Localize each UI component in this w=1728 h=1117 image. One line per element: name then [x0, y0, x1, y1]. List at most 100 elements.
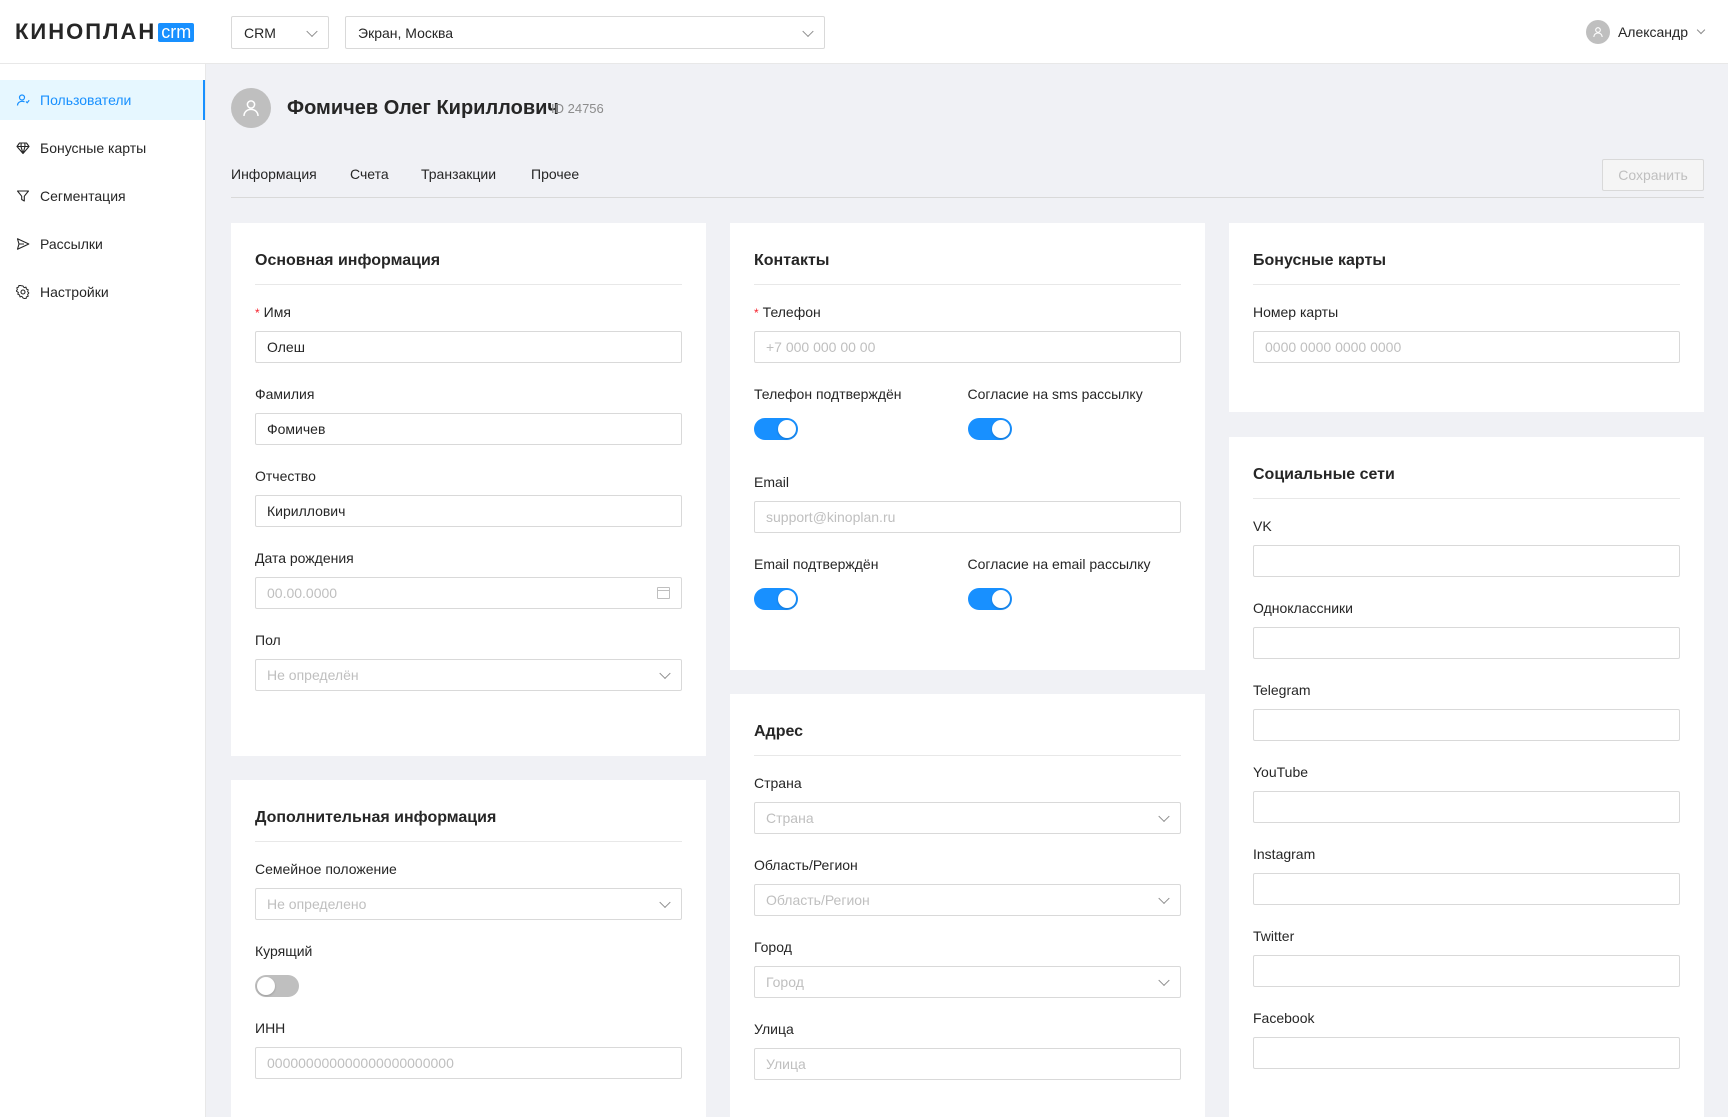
- user-avatar-icon: [243, 100, 259, 117]
- sidebar-item-label: Пользователи: [40, 92, 132, 108]
- chevron-down-icon: [1158, 974, 1170, 987]
- sidebar-item-label: Настройки: [40, 284, 109, 300]
- instagram-field: Instagram: [1253, 843, 1680, 905]
- profile-avatar: [231, 88, 271, 128]
- sidebar-item-segmentation[interactable]: Сегментация: [0, 176, 205, 216]
- country-placeholder: Страна: [766, 810, 814, 826]
- tab-transactions[interactable]: Транзакции: [421, 166, 496, 182]
- facebook-input[interactable]: [1253, 1037, 1680, 1069]
- calendar-icon: [657, 587, 670, 599]
- email-input[interactable]: support@kinoplan.ru: [754, 501, 1181, 533]
- inn-input[interactable]: 000000000000000000000000: [255, 1047, 682, 1079]
- instagram-input[interactable]: [1253, 873, 1680, 905]
- sms-consent-label: Согласие на sms рассылку: [967, 386, 1143, 402]
- chevron-down-icon: [802, 25, 814, 37]
- sidebar-item-label: Бонусные карты: [40, 140, 147, 156]
- cinema-select-value: Экран, Москва: [358, 24, 454, 41]
- gender-label: Пол: [255, 632, 281, 648]
- marital-label: Семейное положение: [255, 861, 397, 877]
- vk-label: VK: [1253, 518, 1272, 534]
- phone-confirmed-toggle[interactable]: [754, 418, 798, 440]
- first-name-input[interactable]: Олеш: [255, 331, 682, 363]
- youtube-input[interactable]: [1253, 791, 1680, 823]
- smoker-field: Курящий: [255, 940, 682, 997]
- region-field: Область/Регион Область/Регион: [754, 854, 1181, 916]
- region-label: Область/Регион: [754, 857, 858, 873]
- odnoklassniki-input[interactable]: [1253, 627, 1680, 659]
- email-consent-label: Согласие на email рассылку: [967, 556, 1151, 572]
- country-select[interactable]: Страна: [754, 802, 1181, 834]
- card-title: Дополнительная информация: [255, 780, 682, 842]
- facebook-label: Facebook: [1253, 1010, 1315, 1026]
- marital-select[interactable]: Не определено: [255, 888, 682, 920]
- patronymic-label: Отчество: [255, 468, 316, 484]
- basic-info-card: Основная информация * Имя Олеш Фамилия Фо…: [231, 223, 706, 756]
- country-field: Страна Страна: [754, 772, 1181, 834]
- card-title: Контакты: [754, 223, 1181, 285]
- street-label: Улица: [754, 1021, 794, 1037]
- tab-other[interactable]: Прочее: [531, 166, 579, 182]
- email-consent-field: Согласие на email рассылку: [967, 553, 1182, 621]
- chevron-down-icon: [1158, 892, 1170, 905]
- sidebar-item-label: Сегментация: [40, 188, 126, 204]
- city-select[interactable]: Город: [754, 966, 1181, 998]
- birth-date-input[interactable]: 00.00.0000: [255, 577, 682, 609]
- chevron-down-icon: [306, 25, 318, 37]
- sidebar-item-users[interactable]: Пользователи: [0, 80, 205, 120]
- label-text: Имя: [263, 304, 291, 320]
- sidebar-item-mailings[interactable]: Рассылки: [0, 224, 205, 264]
- city-label: Город: [754, 939, 792, 955]
- users-icon: [16, 94, 30, 106]
- telegram-field: Telegram: [1253, 679, 1680, 741]
- card-title: Адрес: [754, 694, 1181, 756]
- smoker-label: Курящий: [255, 943, 313, 959]
- telegram-input[interactable]: [1253, 709, 1680, 741]
- address-card: Адрес Страна Страна Область/Регион Облас…: [730, 694, 1205, 1117]
- top-header: КИНОПЛАН crm CRM Экран, Москва Александр: [0, 0, 1728, 64]
- smoker-toggle[interactable]: [255, 975, 299, 997]
- region-placeholder: Область/Регион: [766, 892, 870, 908]
- region-select[interactable]: Область/Регион: [754, 884, 1181, 916]
- app-logo[interactable]: КИНОПЛАН crm: [15, 19, 195, 44]
- last-name-label: Фамилия: [255, 386, 315, 402]
- sms-consent-field: Согласие на sms рассылку: [967, 383, 1182, 451]
- sidebar-item-bonus-cards[interactable]: Бонусные карты: [0, 128, 205, 168]
- social-networks-card: Социальные сети VK Одноклассники Telegra…: [1229, 437, 1704, 1117]
- save-button[interactable]: Сохранить: [1602, 159, 1704, 191]
- gender-field: Пол Не определён: [255, 629, 682, 691]
- phone-input[interactable]: +7 000 000 00 00: [754, 331, 1181, 363]
- instagram-label: Instagram: [1253, 846, 1316, 862]
- gender-select[interactable]: Не определён: [255, 659, 682, 691]
- street-input[interactable]: Улица: [754, 1048, 1181, 1080]
- logo-badge: crm: [158, 22, 195, 42]
- patronymic-input[interactable]: Кириллович: [255, 495, 682, 527]
- twitter-label: Twitter: [1253, 928, 1295, 944]
- twitter-input[interactable]: [1253, 955, 1680, 987]
- cinema-select[interactable]: Экран, Москва: [345, 16, 825, 49]
- send-icon: [16, 238, 30, 250]
- email-confirmed-toggle[interactable]: [754, 588, 798, 610]
- phone-toggles-row: Телефон подтверждён Согласие на sms расс…: [754, 383, 1181, 471]
- sms-consent-toggle[interactable]: [967, 418, 1012, 440]
- first-name-label: * Имя: [255, 301, 682, 323]
- vk-field: VK: [1253, 515, 1680, 577]
- tab-bar: Информация Счета Транзакции Прочее: [231, 160, 1704, 198]
- last-name-input[interactable]: Фомичев: [255, 413, 682, 445]
- inn-label: ИНН: [255, 1020, 286, 1036]
- email-consent-toggle[interactable]: [967, 588, 1012, 610]
- sidebar-item-settings[interactable]: Настройки: [0, 272, 205, 312]
- contacts-card: Контакты * Телефон +7 000 000 00 00 Телеф…: [730, 223, 1205, 670]
- chevron-down-icon: [659, 896, 671, 909]
- user-menu[interactable]: Александр: [1585, 20, 1706, 44]
- phone-label: * Телефон: [754, 301, 1181, 323]
- odnoklassniki-field: Одноклассники: [1253, 597, 1680, 659]
- app-select[interactable]: CRM: [231, 16, 329, 49]
- app-select-value: CRM: [244, 24, 276, 41]
- country-label: Страна: [754, 775, 802, 791]
- telegram-label: Telegram: [1253, 682, 1311, 698]
- card-number-input[interactable]: 0000 0000 0000 0000: [1253, 331, 1680, 363]
- tab-info[interactable]: Информация: [231, 166, 317, 182]
- required-mark: *: [754, 306, 759, 320]
- vk-input[interactable]: [1253, 545, 1680, 577]
- tab-accounts[interactable]: Счета: [350, 166, 389, 182]
